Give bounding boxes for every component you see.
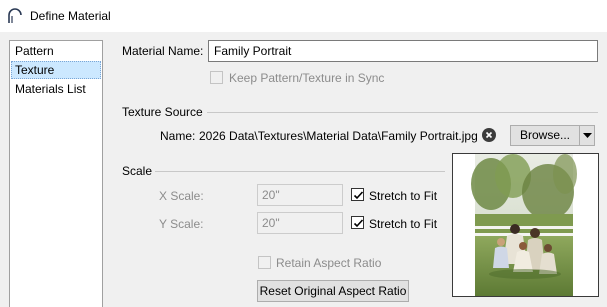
- category-list: Pattern Texture Materials List: [9, 40, 103, 307]
- window-title: Define Material: [30, 9, 111, 23]
- arch-icon: [6, 7, 24, 25]
- browse-button[interactable]: Browse...: [510, 125, 580, 146]
- texture-source-heading: Texture Source: [122, 105, 203, 119]
- family-portrait-image: [471, 154, 577, 296]
- sidebar-item-pattern[interactable]: Pattern: [11, 42, 101, 60]
- keep-sync-label: Keep Pattern/Texture in Sync: [229, 71, 385, 85]
- keep-sync-checkbox: [210, 71, 223, 84]
- y-stretch-checkbox[interactable]: [351, 216, 364, 229]
- y-scale-label: Y Scale:: [159, 217, 204, 231]
- material-name-input[interactable]: Family Portrait: [208, 40, 598, 62]
- reset-aspect-ratio-button[interactable]: Reset Original Aspect Ratio: [257, 280, 409, 302]
- sidebar-item-materials-list[interactable]: Materials List: [11, 80, 101, 98]
- clear-circle-icon[interactable]: [482, 128, 496, 142]
- material-name-label: Material Name:: [122, 44, 204, 58]
- texture-preview: [452, 153, 599, 297]
- texture-path: 2026 Data\Textures\Material Data\Family …: [199, 129, 478, 143]
- sidebar-item-texture[interactable]: Texture: [11, 61, 101, 79]
- x-stretch-checkbox[interactable]: [351, 188, 364, 201]
- texture-source-divider: [207, 112, 598, 113]
- x-scale-label: X Scale:: [159, 189, 204, 203]
- checkmark-icon: [353, 219, 364, 228]
- title-bar: Define Material: [0, 0, 607, 32]
- scale-divider: [155, 171, 445, 172]
- scale-heading: Scale: [122, 164, 153, 178]
- x-scale-input[interactable]: 20": [257, 184, 343, 206]
- y-scale-input[interactable]: 20": [257, 212, 343, 234]
- texture-name-label: Name:: [160, 129, 196, 143]
- retain-aspect-checkbox: [258, 256, 271, 269]
- y-stretch-label: Stretch to Fit: [369, 217, 438, 231]
- browse-dropdown-button[interactable]: [579, 125, 595, 146]
- x-stretch-label: Stretch to Fit: [369, 189, 438, 203]
- checkmark-icon: [353, 191, 364, 200]
- retain-aspect-label: Retain Aspect Ratio: [276, 256, 382, 270]
